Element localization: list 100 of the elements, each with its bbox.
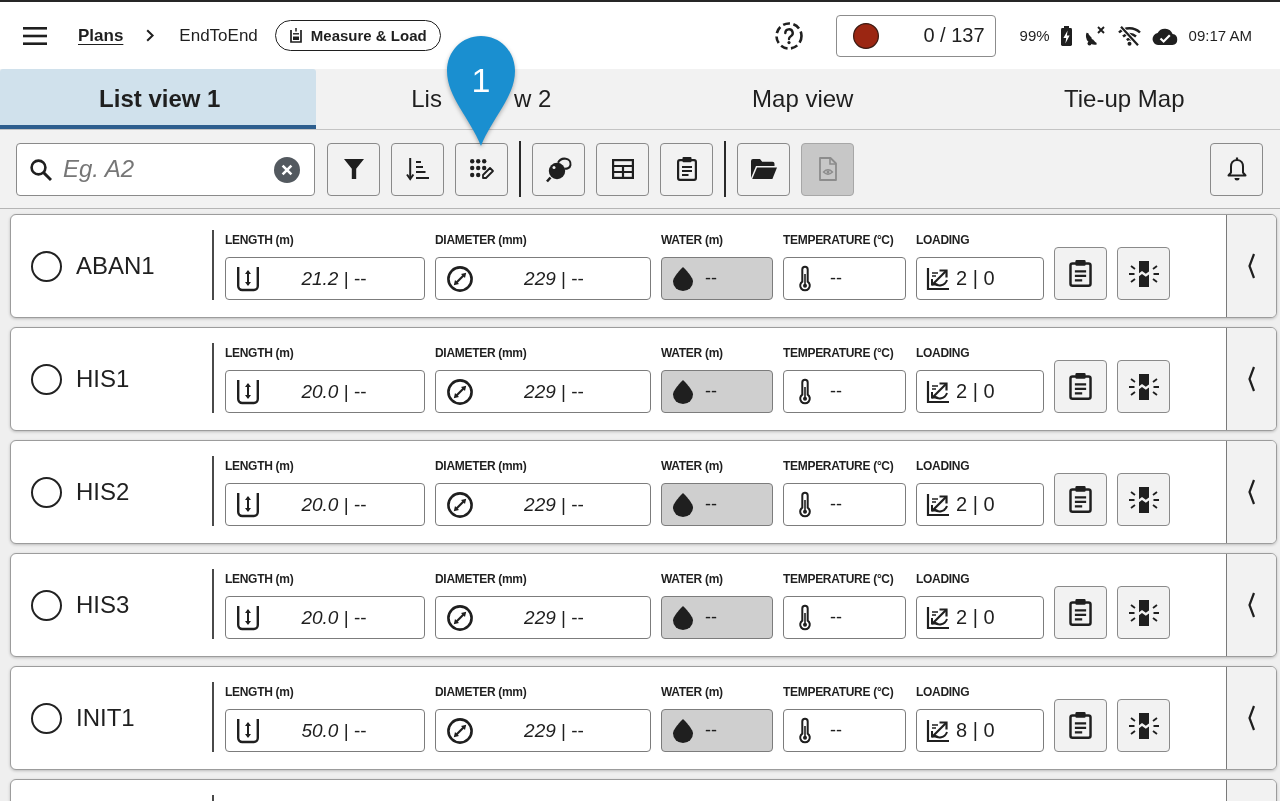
tab[interactable]: Map view (643, 69, 959, 129)
loading-field[interactable]: 8 | 0 (916, 709, 1044, 752)
field-label: LENGTH (m) (225, 685, 295, 699)
field-value: 229 | -- (523, 380, 585, 403)
temperature-field[interactable]: -- (783, 370, 906, 413)
tab[interactable]: List view 1 (0, 69, 316, 129)
toolbar-button[interactable] (532, 142, 585, 196)
satellite-off-icon (1084, 25, 1105, 46)
radio-button[interactable] (31, 589, 62, 621)
thermometer-icon (799, 265, 811, 292)
report-button[interactable] (1054, 473, 1107, 526)
drop-icon (673, 379, 693, 404)
break-button[interactable] (1117, 586, 1170, 639)
break-button[interactable] (1117, 699, 1170, 752)
tab[interactable]: Tie-up Map (964, 69, 1280, 129)
radio-button[interactable] (31, 363, 62, 395)
loading-field[interactable]: 2 | 0 (916, 370, 1044, 413)
field-label: DIAMETER (mm) (435, 572, 528, 586)
toolbar-button[interactable] (391, 142, 444, 196)
chart-arrows-icon (926, 379, 950, 404)
diameter-field[interactable]: 229 | -- (435, 709, 651, 752)
length-field[interactable]: 50.0 | -- (225, 709, 425, 752)
diameter-field[interactable]: 229 | -- (435, 257, 651, 300)
length-field[interactable]: 20.0 | -- (225, 483, 425, 526)
field-label: TEMPERATURE (°C) (783, 572, 895, 586)
field-value: 229 | -- (523, 267, 585, 290)
row-name: HIS3 (76, 591, 130, 619)
length-field[interactable]: 21.2 | -- (225, 257, 425, 300)
length-field[interactable]: 20.0 | -- (225, 370, 425, 413)
clear-icon[interactable] (274, 156, 300, 183)
field-value: -- (830, 720, 842, 741)
field-value: 20.0 | -- (300, 380, 368, 403)
toolbar-button[interactable] (327, 142, 380, 196)
field-value: -- (705, 720, 717, 741)
temperature-field[interactable]: -- (783, 596, 906, 639)
radio-button[interactable] (31, 250, 62, 282)
break-button[interactable] (1117, 360, 1170, 413)
table-icon (611, 159, 634, 179)
loading-field[interactable]: 2 | 0 (916, 483, 1044, 526)
field-label: LENGTH (m) (225, 459, 295, 473)
diameter-field[interactable]: 229 | -- (435, 483, 651, 526)
chevron-left-icon (1248, 479, 1255, 505)
field-value: 229 | -- (523, 606, 585, 629)
radio-button[interactable] (31, 702, 62, 734)
report-button[interactable] (1054, 247, 1107, 300)
field-label: LOADING (916, 346, 971, 360)
temperature-field[interactable]: -- (783, 483, 906, 526)
expand-handle[interactable] (1226, 780, 1276, 801)
chevron-left-icon (1248, 592, 1255, 618)
thermometer-icon (799, 717, 811, 744)
loading-field[interactable]: 2 | 0 (916, 596, 1044, 639)
toolbar-button[interactable] (455, 142, 508, 196)
help-icon[interactable] (774, 21, 803, 50)
container-icon (289, 28, 302, 43)
search-field[interactable]: Eg. A2 (16, 142, 315, 196)
toolbar-button[interactable] (737, 142, 790, 196)
search-icon (30, 158, 52, 181)
length-field[interactable]: 20.0 | -- (225, 596, 425, 639)
breadcrumb-link[interactable]: Plans (78, 25, 124, 46)
toolbar-button[interactable] (660, 142, 713, 196)
expand-handle[interactable] (1226, 441, 1276, 543)
report-button[interactable] (1054, 586, 1107, 639)
status-dot-icon (852, 22, 879, 49)
field-label: WATER (m) (661, 233, 724, 247)
file-eye-icon (818, 157, 837, 181)
cloud-check-icon (1151, 26, 1178, 45)
expand-handle[interactable] (1226, 554, 1276, 656)
field-label: LOADING (916, 233, 971, 247)
loading-field[interactable]: 2 | 0 (916, 257, 1044, 300)
clipboard-icon (1069, 373, 1092, 400)
temperature-field[interactable]: -- (783, 257, 906, 300)
break-button[interactable] (1117, 247, 1170, 300)
toolbar-button[interactable] (1210, 142, 1263, 196)
folder-icon (750, 159, 777, 179)
toolbar-button[interactable] (596, 142, 649, 196)
drop-icon (673, 718, 693, 743)
chevron-left-icon (1248, 253, 1255, 279)
radio-button[interactable] (31, 476, 62, 508)
broken-bar-icon (1128, 712, 1159, 739)
temperature-field[interactable]: -- (783, 709, 906, 752)
menu-icon[interactable] (23, 26, 47, 45)
mode-chip[interactable]: Measure & Load (274, 20, 441, 51)
expand-handle[interactable] (1226, 667, 1276, 769)
field-value: -- (830, 607, 842, 628)
report-button[interactable] (1054, 699, 1107, 752)
field-label: LENGTH (m) (225, 233, 295, 247)
breadcrumb-current: EndToEnd (179, 25, 258, 46)
field-value: 2 | 0 (956, 267, 995, 290)
field-label: DIAMETER (mm) (435, 346, 528, 360)
break-button[interactable] (1117, 473, 1170, 526)
drop-icon (673, 266, 693, 291)
report-button[interactable] (1054, 360, 1107, 413)
expand-handle[interactable] (1226, 215, 1276, 317)
field-label: TEMPERATURE (°C) (783, 233, 895, 247)
diameter-field[interactable]: 229 | -- (435, 370, 651, 413)
field-value: -- (705, 381, 717, 402)
expand-handle[interactable] (1226, 328, 1276, 430)
clock-time: 09:17 AM (1188, 27, 1252, 44)
diameter-field[interactable]: 229 | -- (435, 596, 651, 639)
chart-arrows-icon (926, 492, 950, 517)
